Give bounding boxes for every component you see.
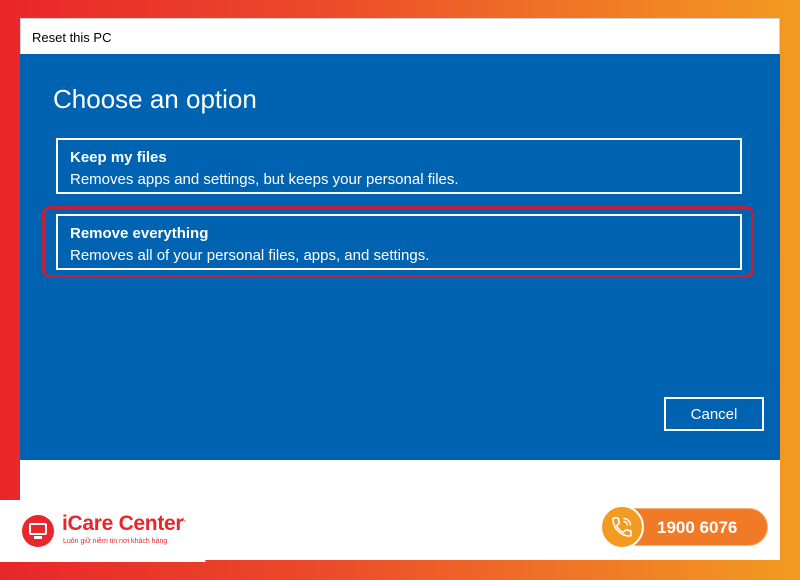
choose-option-dialog: Choose an option Keep my files Removes a… xyxy=(20,54,780,460)
option-title: Remove everything xyxy=(70,225,209,242)
dialog-heading: Choose an option xyxy=(53,84,257,114)
icare-logo: iCare Center® Luôn giữ niềm tin nơi khác… xyxy=(0,500,206,562)
option-description: Removes apps and settings, but keeps you… xyxy=(70,171,459,188)
reset-pc-window: Reset this PC Choose an option Keep my f… xyxy=(20,18,780,560)
remove-everything-option[interactable]: Remove everything Removes all of your pe… xyxy=(56,214,742,270)
option-title: Keep my files xyxy=(70,149,167,166)
logo-name: iCare Center® xyxy=(62,512,190,535)
hotline-number: 1900 6076 xyxy=(657,518,738,537)
hotline-badge: 1900 6076 xyxy=(600,505,768,549)
cancel-button[interactable]: Cancel xyxy=(664,397,764,431)
keep-my-files-option[interactable]: Keep my files Removes apps and settings,… xyxy=(56,138,742,194)
window-title: Reset this PC xyxy=(32,30,112,45)
phone-icon xyxy=(600,505,644,549)
option-description: Removes all of your personal files, apps… xyxy=(70,247,430,264)
title-bar: Reset this PC xyxy=(20,18,780,54)
brand-footer: iCare Center® Luôn giữ niềm tin nơi khác… xyxy=(0,500,800,580)
monitor-icon xyxy=(22,515,54,547)
logo-tagline: Luôn giữ niềm tin nơi khách hàng xyxy=(63,538,168,545)
